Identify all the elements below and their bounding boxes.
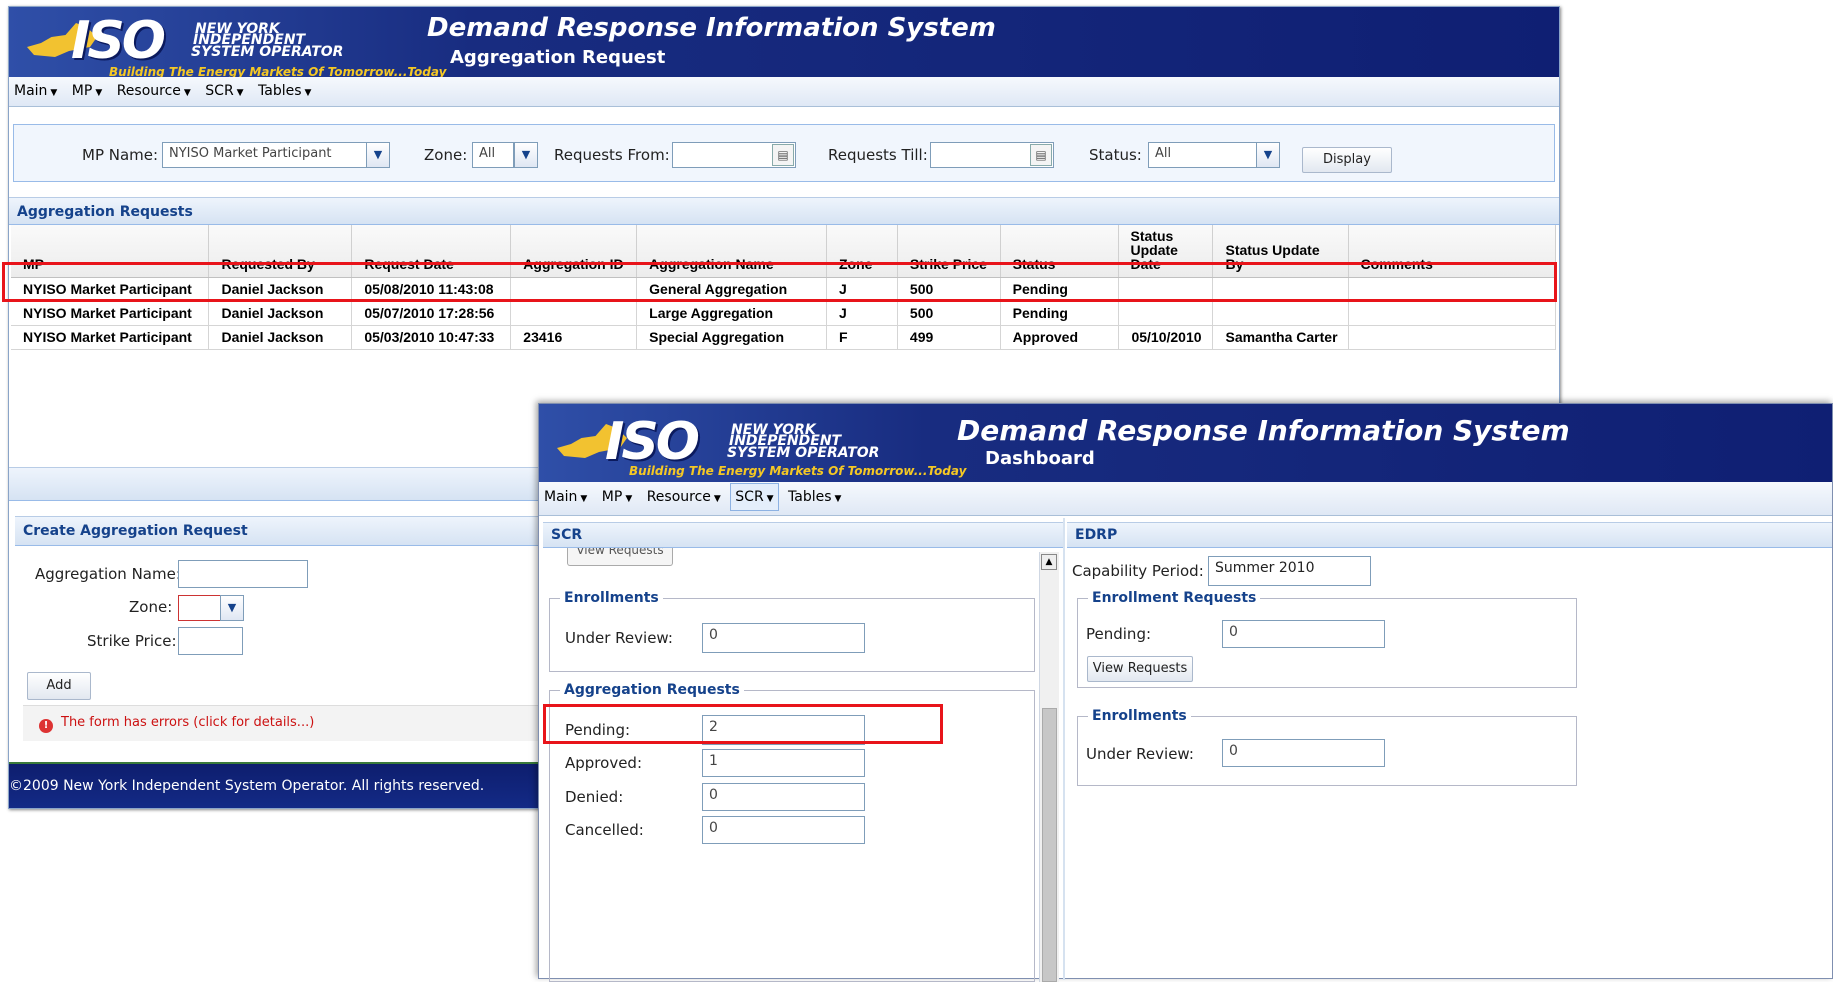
scr-panel-title: SCR	[543, 522, 1063, 548]
status-select[interactable]: All	[1148, 142, 1260, 168]
menu-tables[interactable]: Tables ▼	[783, 483, 846, 511]
highlight-box	[2, 262, 1557, 302]
view-requests-button[interactable]: View Requests	[1087, 656, 1193, 682]
calendar-icon[interactable]: ▤	[772, 144, 794, 166]
app-title: Demand Response Information System	[957, 414, 1570, 447]
add-button[interactable]: Add	[27, 672, 91, 700]
scr-agg-cancelled-field: 0	[702, 816, 865, 844]
zone-dropdown-icon[interactable]: ▼	[220, 595, 244, 621]
create-request-title: Create Aggregation Request	[15, 516, 555, 546]
app-title: Demand Response Information System	[427, 13, 996, 43]
page-subtitle: Aggregation Request	[450, 47, 666, 68]
edrp-under-review-field: 0	[1222, 739, 1385, 767]
edrp-panel-title: EDRP	[1067, 522, 1832, 548]
highlight-box	[543, 704, 943, 744]
scr-under-review-field: 0	[702, 623, 865, 653]
table-row[interactable]: NYISO Market Participant Daniel Jackson 05…	[11, 325, 1557, 350]
zone-select[interactable]: All	[472, 142, 514, 168]
header-banner: ISO NEW YORK INDEPENDENT SYSTEM OPERATOR…	[9, 7, 1559, 77]
strike-price-input[interactable]	[178, 627, 243, 655]
menu-mp[interactable]: MP ▼	[597, 483, 637, 511]
scrollbar-thumb[interactable]	[1042, 708, 1057, 982]
scr-agg-approved-field: 1	[702, 749, 865, 777]
mp-name-dropdown-icon[interactable]: ▼	[366, 142, 390, 168]
status-dropdown-icon[interactable]: ▼	[1256, 142, 1280, 168]
display-button[interactable]: Display	[1302, 147, 1392, 173]
menu-mp[interactable]: MP ▼	[67, 77, 107, 105]
scr-scrollbar[interactable]: ▲	[1039, 552, 1059, 982]
menu-tables[interactable]: Tables ▼	[253, 77, 316, 105]
aggregation-name-input[interactable]	[178, 560, 308, 588]
filter-bar: MP Name: NYISO Market Participant ▼ Zone…	[13, 124, 1555, 182]
zone-select-invalid[interactable]	[178, 595, 222, 621]
zone-dropdown-icon[interactable]: ▼	[514, 142, 538, 168]
scroll-up-icon[interactable]: ▲	[1041, 554, 1057, 570]
error-icon: !	[39, 719, 53, 733]
mp-name-select[interactable]: NYISO Market Participant	[162, 142, 368, 168]
capability-period-field: Summer 2010	[1208, 556, 1371, 586]
menu-scr[interactable]: SCR ▼	[200, 77, 248, 105]
main-menu: Main ▼ MP ▼ Resource ▼ SCR ▼ Tables ▼	[9, 77, 1559, 107]
menu-scr[interactable]: SCR ▼	[730, 483, 779, 511]
main-menu: Main ▼ MP ▼ Resource ▼ SCR ▼ Tables ▼	[539, 482, 1832, 516]
form-error-message[interactable]: ! The form has errors (click for details.…	[39, 715, 314, 733]
menu-main[interactable]: Main ▼	[9, 77, 62, 105]
menu-main[interactable]: Main ▼	[539, 483, 592, 511]
dashboard-window: ISO NEW YORK INDEPENDENT SYSTEM OPERATOR…	[538, 403, 1833, 982]
menu-resource[interactable]: Resource ▼	[112, 77, 196, 105]
menu-resource[interactable]: Resource ▼	[642, 483, 726, 511]
grid-title: Aggregation Requests	[9, 197, 1559, 225]
header-banner: ISO NEW YORK INDEPENDENT SYSTEM OPERATOR…	[539, 404, 1832, 482]
view-requests-button-partial[interactable]: View Requests	[567, 548, 673, 566]
scr-agg-denied-field: 0	[702, 783, 865, 811]
table-row[interactable]: NYISO Market Participant Daniel Jackson 05…	[11, 301, 1557, 326]
page-subtitle: Dashboard	[985, 448, 1095, 469]
edrp-pending-field: 0	[1222, 620, 1385, 648]
calendar-icon[interactable]: ▤	[1030, 144, 1052, 166]
